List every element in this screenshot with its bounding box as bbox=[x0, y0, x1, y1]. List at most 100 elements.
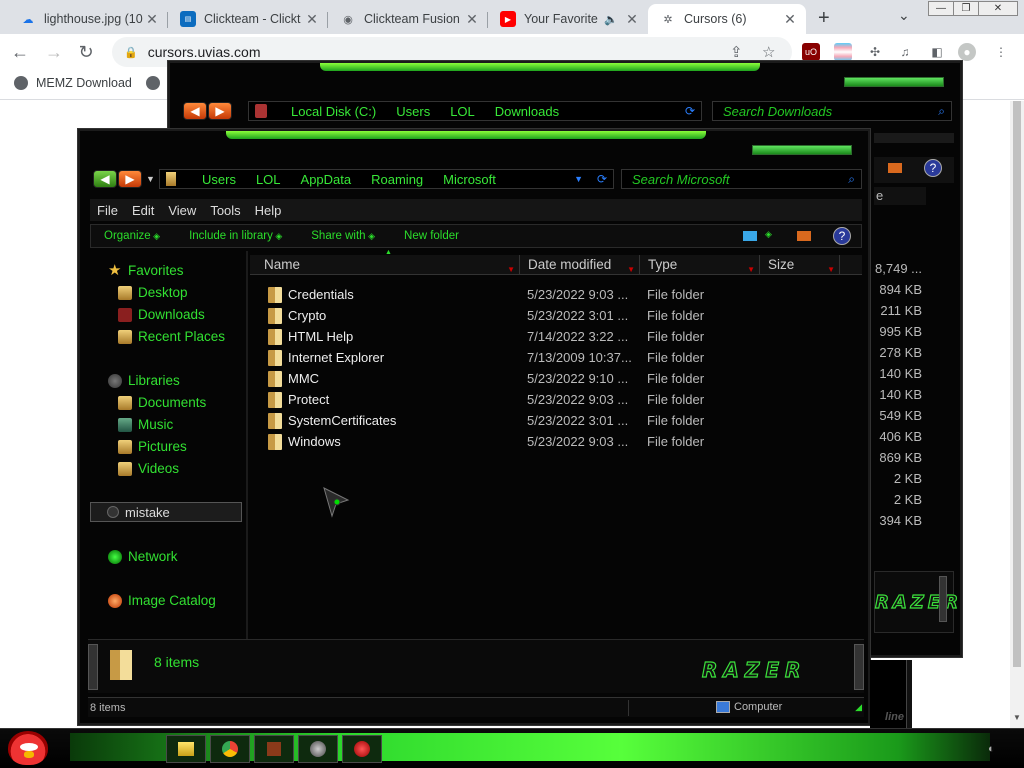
tab-cursors[interactable]: ✲ Cursors (6) ✕ bbox=[648, 4, 806, 34]
menu-help[interactable]: Help bbox=[255, 203, 282, 218]
bookmark-memz[interactable]: MEMZ Download bbox=[14, 76, 132, 90]
search-input[interactable]: Search Downloads ⌕ bbox=[712, 101, 952, 121]
close-icon[interactable]: ✕ bbox=[304, 11, 320, 28]
view-options-icon[interactable] bbox=[743, 231, 757, 241]
column-date-modified[interactable]: Date modified bbox=[520, 255, 640, 280]
table-row[interactable]: Credentials 5/23/2022 9:03 ... File folder bbox=[268, 284, 858, 305]
close-icon[interactable]: ✕ bbox=[782, 11, 798, 28]
restore-button[interactable]: ❐ bbox=[953, 1, 979, 16]
scrollbar-thumb[interactable] bbox=[1013, 101, 1021, 667]
column-header-partial[interactable]: e bbox=[874, 187, 926, 205]
taskbar-app-4[interactable] bbox=[298, 735, 338, 763]
address-dropdown-icon[interactable]: ▼ bbox=[574, 174, 583, 184]
help-icon[interactable]: ? bbox=[833, 227, 851, 245]
share-icon[interactable]: ⇪ bbox=[730, 43, 743, 61]
refresh-icon[interactable]: ⟳ bbox=[685, 104, 695, 118]
taskbar-chrome[interactable] bbox=[210, 735, 250, 763]
refresh-icon[interactable]: ⟳ bbox=[597, 172, 607, 186]
new-folder-button[interactable]: New folder bbox=[404, 230, 459, 242]
menu-tools[interactable]: Tools bbox=[210, 203, 240, 218]
scroll-down-icon[interactable]: ▼ bbox=[1013, 713, 1021, 722]
preview-pane-icon[interactable] bbox=[888, 163, 902, 173]
extensions-puzzle-icon[interactable]: ✣ bbox=[866, 43, 884, 61]
breadcrumb-item[interactable]: Users bbox=[396, 104, 430, 119]
table-row[interactable]: Internet Explorer 7/13/2009 10:37... File … bbox=[268, 347, 858, 368]
address-breadcrumb[interactable]: Local Disk (C:) Users LOL Downloads ⟳ bbox=[248, 101, 702, 121]
table-row[interactable]: SystemCertificates 5/23/2022 3:01 ... File… bbox=[268, 410, 858, 431]
close-icon[interactable]: ✕ bbox=[624, 11, 640, 28]
breadcrumb-item[interactable]: LOL bbox=[450, 104, 475, 119]
table-row[interactable]: Crypto 5/23/2022 3:01 ... File folder bbox=[268, 305, 858, 326]
nav-image-catalog[interactable]: Image Catalog bbox=[108, 593, 216, 608]
lock-icon[interactable]: 🔒 bbox=[124, 46, 138, 59]
profile-avatar-icon[interactable]: ● bbox=[958, 43, 976, 61]
table-row[interactable]: Windows 5/23/2022 9:03 ... File folder bbox=[268, 431, 858, 452]
page-scrollbar[interactable]: ▼ bbox=[1010, 101, 1024, 728]
search-icon[interactable]: ⌕ bbox=[938, 104, 945, 119]
back-arrow-button[interactable]: ◀ bbox=[93, 170, 117, 188]
side-panel-icon[interactable]: ◧ bbox=[928, 43, 946, 61]
nav-pictures[interactable]: Pictures bbox=[118, 439, 187, 454]
menu-file[interactable]: File bbox=[97, 203, 118, 218]
audio-playing-icon[interactable]: 🔈 bbox=[604, 13, 618, 26]
close-window-button[interactable]: ✕ bbox=[978, 1, 1018, 16]
bookmark-star-icon[interactable]: ☆ bbox=[762, 43, 775, 61]
nav-libraries[interactable]: Libraries bbox=[108, 373, 180, 388]
extension-flag-icon[interactable] bbox=[834, 43, 852, 61]
nav-network[interactable]: Network bbox=[108, 549, 178, 564]
breadcrumb-users[interactable]: Users bbox=[202, 172, 236, 187]
menu-edit[interactable]: Edit bbox=[132, 203, 154, 218]
breadcrumb-roaming[interactable]: Roaming bbox=[371, 172, 423, 187]
recent-pages-chevron-icon[interactable]: ▼ bbox=[146, 174, 155, 184]
share-with-button[interactable]: Share with bbox=[311, 230, 375, 242]
include-in-library-button[interactable]: Include in library bbox=[189, 230, 282, 242]
reload-button[interactable]: ↻ bbox=[74, 40, 98, 64]
minimize-button[interactable]: — bbox=[928, 1, 954, 16]
start-button-angry-bird-icon[interactable] bbox=[8, 731, 48, 765]
new-tab-button[interactable]: + bbox=[818, 7, 830, 30]
window-controls[interactable] bbox=[752, 145, 852, 155]
close-icon[interactable]: ✕ bbox=[464, 11, 480, 28]
tab-clickteam[interactable]: ▤ Clickteam - Clickt ✕ bbox=[168, 4, 328, 34]
tab-search-chevron-icon[interactable]: ⌄ bbox=[898, 7, 910, 24]
tab-clickteam-fusion[interactable]: ◉ Clickteam Fusion ✕ bbox=[328, 4, 488, 34]
search-input[interactable]: Search Microsoft ⌕ bbox=[621, 169, 862, 189]
ublock-icon[interactable]: uO bbox=[802, 43, 820, 61]
breadcrumb-item[interactable]: Local Disk (C:) bbox=[291, 104, 376, 119]
breadcrumb-item[interactable]: Downloads bbox=[495, 104, 559, 119]
tray-icon[interactable]: ◐ bbox=[988, 743, 995, 755]
forward-arrow-button[interactable]: ▶ bbox=[118, 170, 142, 188]
table-row[interactable]: Protect 5/23/2022 9:03 ... File folder bbox=[268, 389, 858, 410]
menu-view[interactable]: View bbox=[168, 203, 196, 218]
nav-mistake[interactable]: mistake bbox=[90, 502, 242, 522]
column-size[interactable]: Size bbox=[760, 255, 840, 280]
media-control-icon[interactable]: ♫ bbox=[896, 43, 914, 61]
nav-favorites[interactable]: ★ Favorites bbox=[108, 263, 184, 279]
table-row[interactable]: MMC 5/23/2022 9:10 ... File folder bbox=[268, 368, 858, 389]
nav-recent-places[interactable]: Recent Places bbox=[118, 329, 225, 344]
taskbar-explorer[interactable] bbox=[166, 735, 206, 763]
preview-pane-icon[interactable] bbox=[797, 231, 811, 241]
nav-documents[interactable]: Documents bbox=[118, 395, 206, 410]
column-name[interactable]: Name bbox=[250, 255, 520, 280]
breadcrumb-microsoft[interactable]: Microsoft bbox=[443, 172, 496, 187]
close-icon[interactable]: ✕ bbox=[144, 11, 160, 28]
nav-music[interactable]: Music bbox=[118, 417, 173, 432]
resize-grip-icon[interactable]: ◢ bbox=[855, 702, 862, 713]
tab-youtube[interactable]: ▶ Your Favorite 🔈 ✕ bbox=[488, 4, 648, 34]
pane-splitter[interactable] bbox=[246, 251, 248, 641]
taskbar-app-5[interactable] bbox=[342, 735, 382, 763]
view-dropdown-icon[interactable]: ◈ bbox=[765, 229, 772, 240]
back-button[interactable]: ← bbox=[8, 40, 32, 64]
forward-button[interactable]: → bbox=[42, 40, 66, 64]
address-breadcrumb[interactable]: Users LOL AppData Roaming Microsoft ▼ ⟳ bbox=[159, 169, 614, 189]
help-icon[interactable]: ? bbox=[924, 159, 942, 177]
breadcrumb-appdata[interactable]: AppData bbox=[301, 172, 352, 187]
bookmark-partial[interactable] bbox=[146, 76, 168, 90]
back-arrow-button[interactable]: ◀ bbox=[183, 102, 207, 120]
column-type[interactable]: Type bbox=[640, 255, 760, 280]
kebab-menu-icon[interactable]: ⋮ bbox=[992, 43, 1010, 61]
window-controls[interactable] bbox=[844, 77, 944, 87]
search-icon[interactable]: ⌕ bbox=[848, 172, 855, 187]
table-row[interactable]: HTML Help 7/14/2022 3:22 ... File folder bbox=[268, 326, 858, 347]
